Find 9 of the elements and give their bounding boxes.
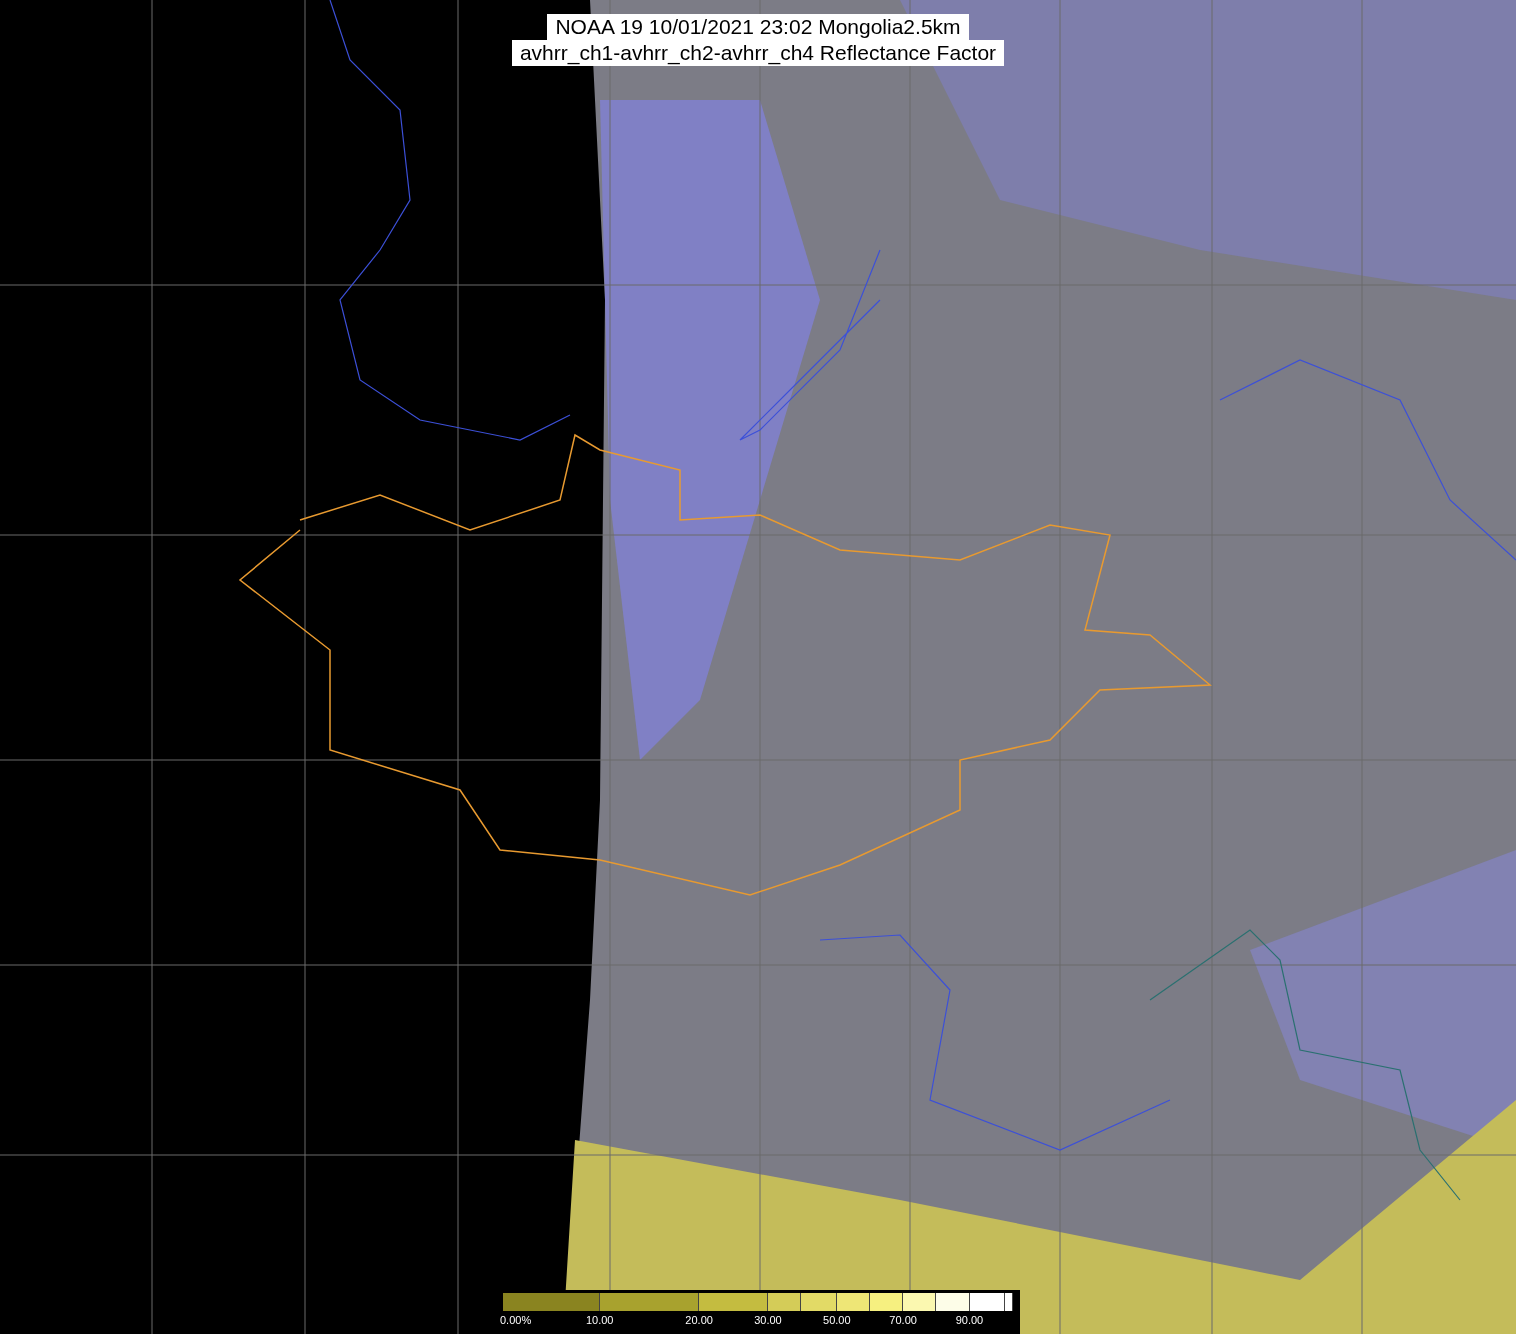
colorbar-tick-label: 70.00	[889, 1313, 917, 1327]
map-title: NOAA 19 10/01/2021 23:02 Mongolia2.5km	[547, 14, 969, 40]
colorbar-tick-label: 10.00	[585, 1313, 614, 1327]
colorbar-tick-label: 30.00	[754, 1313, 782, 1327]
colorbar-tick-label: 50.00	[823, 1313, 851, 1327]
colorbar-tick-label: 20.00	[685, 1313, 713, 1327]
colorbar-tick-label: 90.00	[955, 1313, 984, 1327]
colorbar-tick-label: 0.00%	[500, 1313, 532, 1327]
map-title: avhrr_ch1-avhrr_ch2-avhrr_ch4 Reflectance Factor	[511, 40, 1005, 66]
